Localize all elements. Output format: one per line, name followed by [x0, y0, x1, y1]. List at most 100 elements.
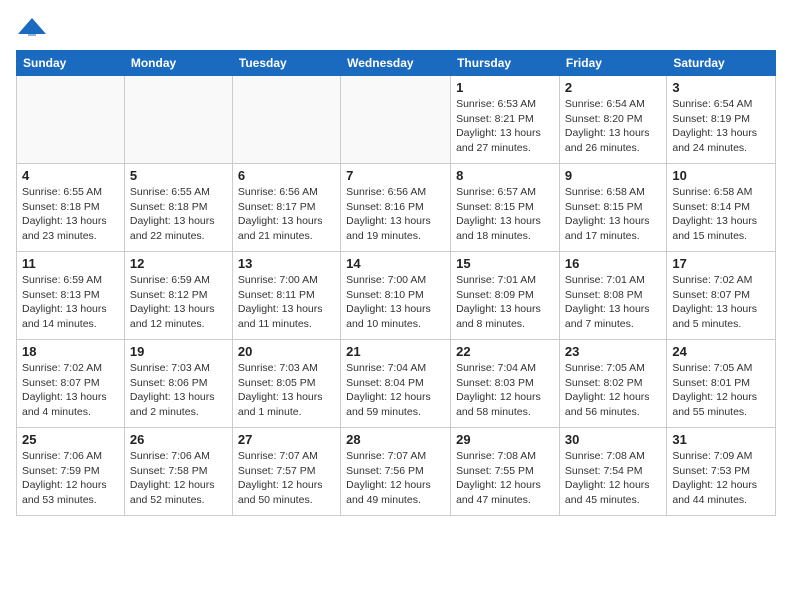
- calendar-cell: 1 Sunrise: 6:53 AM Sunset: 8:21 PM Daylig…: [451, 76, 560, 164]
- week-row-4: 18Sunrise: 7:02 AM Sunset: 8:07 PM Dayli…: [17, 340, 776, 428]
- calendar-cell: [232, 76, 340, 164]
- day-info: Sunrise: 6:59 AM Sunset: 8:13 PM Dayligh…: [22, 273, 119, 332]
- day-number: 6: [238, 168, 335, 183]
- day-info: Sunrise: 6:58 AM Sunset: 8:15 PM Dayligh…: [565, 185, 661, 244]
- day-number: 1: [456, 80, 554, 95]
- day-info: Sunrise: 6:56 AM Sunset: 8:17 PM Dayligh…: [238, 185, 335, 244]
- week-row-1: 1 Sunrise: 6:53 AM Sunset: 8:21 PM Daylig…: [17, 76, 776, 164]
- day-number: 10: [672, 168, 770, 183]
- day-info: Sunrise: 7:03 AM Sunset: 8:06 PM Dayligh…: [130, 361, 227, 420]
- calendar-cell: 27Sunrise: 7:07 AM Sunset: 7:57 PM Dayli…: [232, 428, 340, 516]
- day-number: 30: [565, 432, 661, 447]
- week-row-3: 11 Sunrise: 6:59 AM Sunset: 8:13 PM Dayli…: [17, 252, 776, 340]
- day-number: 23: [565, 344, 661, 359]
- calendar-cell: [341, 76, 451, 164]
- day-info: Sunrise: 7:00 AM Sunset: 8:11 PM Dayligh…: [238, 273, 335, 332]
- calendar-cell: 22 Sunrise: 7:04 AM Sunset: 8:03 PM Dayli…: [451, 340, 560, 428]
- day-number: 7: [346, 168, 445, 183]
- day-number: 24: [672, 344, 770, 359]
- calendar-cell: 12 Sunrise: 6:59 AM Sunset: 8:12 PM Dayli…: [124, 252, 232, 340]
- day-number: 21: [346, 344, 445, 359]
- day-header-tuesday: Tuesday: [232, 51, 340, 76]
- day-info: Sunrise: 6:54 AM Sunset: 8:20 PM Dayligh…: [565, 97, 661, 156]
- calendar-cell: 30 Sunrise: 7:08 AM Sunset: 7:54 PM Dayli…: [559, 428, 666, 516]
- calendar-cell: 21 Sunrise: 7:04 AM Sunset: 8:04 PM Dayli…: [341, 340, 451, 428]
- day-number: 14: [346, 256, 445, 271]
- day-info: Sunrise: 7:06 AM Sunset: 7:59 PM Dayligh…: [22, 449, 119, 508]
- day-info: Sunrise: 7:04 AM Sunset: 8:03 PM Dayligh…: [456, 361, 554, 420]
- day-number: 11: [22, 256, 119, 271]
- calendar-cell: 2 Sunrise: 6:54 AM Sunset: 8:20 PM Daylig…: [559, 76, 666, 164]
- calendar-cell: 31 Sunrise: 7:09 AM Sunset: 7:53 PM Dayli…: [667, 428, 776, 516]
- calendar-cell: [17, 76, 125, 164]
- day-number: 13: [238, 256, 335, 271]
- calendar-cell: 25 Sunrise: 7:06 AM Sunset: 7:59 PM Dayli…: [17, 428, 125, 516]
- day-number: 29: [456, 432, 554, 447]
- day-number: 17: [672, 256, 770, 271]
- day-info: Sunrise: 7:03 AM Sunset: 8:05 PM Dayligh…: [238, 361, 335, 420]
- calendar-cell: 17 Sunrise: 7:02 AM Sunset: 8:07 PM Dayli…: [667, 252, 776, 340]
- day-info: Sunrise: 6:59 AM Sunset: 8:12 PM Dayligh…: [130, 273, 227, 332]
- calendar-cell: 13 Sunrise: 7:00 AM Sunset: 8:11 PM Dayli…: [232, 252, 340, 340]
- day-number: 12: [130, 256, 227, 271]
- day-info: Sunrise: 6:56 AM Sunset: 8:16 PM Dayligh…: [346, 185, 445, 244]
- calendar-cell: 9 Sunrise: 6:58 AM Sunset: 8:15 PM Daylig…: [559, 164, 666, 252]
- calendar-cell: 29 Sunrise: 7:08 AM Sunset: 7:55 PM Dayli…: [451, 428, 560, 516]
- calendar-cell: 18Sunrise: 7:02 AM Sunset: 8:07 PM Dayli…: [17, 340, 125, 428]
- day-number: 8: [456, 168, 554, 183]
- day-info: Sunrise: 6:55 AM Sunset: 8:18 PM Dayligh…: [130, 185, 227, 244]
- day-header-monday: Monday: [124, 51, 232, 76]
- day-number: 16: [565, 256, 661, 271]
- day-number: 31: [672, 432, 770, 447]
- day-info: Sunrise: 6:53 AM Sunset: 8:21 PM Dayligh…: [456, 97, 554, 156]
- day-number: 22: [456, 344, 554, 359]
- calendar-cell: 14 Sunrise: 7:00 AM Sunset: 8:10 PM Dayli…: [341, 252, 451, 340]
- day-info: Sunrise: 7:05 AM Sunset: 8:01 PM Dayligh…: [672, 361, 770, 420]
- day-info: Sunrise: 7:01 AM Sunset: 8:09 PM Dayligh…: [456, 273, 554, 332]
- day-number: 9: [565, 168, 661, 183]
- day-info: Sunrise: 7:06 AM Sunset: 7:58 PM Dayligh…: [130, 449, 227, 508]
- calendar-header-row: SundayMondayTuesdayWednesdayThursdayFrid…: [17, 51, 776, 76]
- calendar-cell: 20 Sunrise: 7:03 AM Sunset: 8:05 PM Dayli…: [232, 340, 340, 428]
- day-info: Sunrise: 6:57 AM Sunset: 8:15 PM Dayligh…: [456, 185, 554, 244]
- day-number: 25: [22, 432, 119, 447]
- day-number: 20: [238, 344, 335, 359]
- day-header-thursday: Thursday: [451, 51, 560, 76]
- week-row-2: 4 Sunrise: 6:55 AM Sunset: 8:18 PM Daylig…: [17, 164, 776, 252]
- day-number: 3: [672, 80, 770, 95]
- calendar-cell: 24 Sunrise: 7:05 AM Sunset: 8:01 PM Dayli…: [667, 340, 776, 428]
- day-header-sunday: Sunday: [17, 51, 125, 76]
- calendar-cell: 6 Sunrise: 6:56 AM Sunset: 8:17 PM Daylig…: [232, 164, 340, 252]
- calendar-cell: 8 Sunrise: 6:57 AM Sunset: 8:15 PM Daylig…: [451, 164, 560, 252]
- day-info: Sunrise: 7:02 AM Sunset: 8:07 PM Dayligh…: [672, 273, 770, 332]
- calendar-cell: 26 Sunrise: 7:06 AM Sunset: 7:58 PM Dayli…: [124, 428, 232, 516]
- calendar-cell: [124, 76, 232, 164]
- calendar-cell: 10Sunrise: 6:58 AM Sunset: 8:14 PM Dayli…: [667, 164, 776, 252]
- calendar-cell: 19 Sunrise: 7:03 AM Sunset: 8:06 PM Dayli…: [124, 340, 232, 428]
- day-info: Sunrise: 7:00 AM Sunset: 8:10 PM Dayligh…: [346, 273, 445, 332]
- day-info: Sunrise: 7:09 AM Sunset: 7:53 PM Dayligh…: [672, 449, 770, 508]
- day-number: 19: [130, 344, 227, 359]
- calendar-cell: 7 Sunrise: 6:56 AM Sunset: 8:16 PM Daylig…: [341, 164, 451, 252]
- day-info: Sunrise: 7:08 AM Sunset: 7:55 PM Dayligh…: [456, 449, 554, 508]
- day-info: Sunrise: 7:04 AM Sunset: 8:04 PM Dayligh…: [346, 361, 445, 420]
- calendar-table: SundayMondayTuesdayWednesdayThursdayFrid…: [16, 50, 776, 516]
- page-header: [16, 16, 776, 38]
- day-number: 2: [565, 80, 661, 95]
- day-number: 4: [22, 168, 119, 183]
- day-number: 15: [456, 256, 554, 271]
- day-header-friday: Friday: [559, 51, 666, 76]
- calendar-cell: 23Sunrise: 7:05 AM Sunset: 8:02 PM Dayli…: [559, 340, 666, 428]
- day-number: 26: [130, 432, 227, 447]
- week-row-5: 25 Sunrise: 7:06 AM Sunset: 7:59 PM Dayli…: [17, 428, 776, 516]
- day-info: Sunrise: 7:07 AM Sunset: 7:56 PM Dayligh…: [346, 449, 445, 508]
- day-number: 5: [130, 168, 227, 183]
- day-number: 28: [346, 432, 445, 447]
- day-header-saturday: Saturday: [667, 51, 776, 76]
- calendar-cell: 5 Sunrise: 6:55 AM Sunset: 8:18 PM Daylig…: [124, 164, 232, 252]
- logo: [16, 16, 48, 38]
- calendar-cell: 4Sunrise: 6:55 AM Sunset: 8:18 PM Daylig…: [17, 164, 125, 252]
- day-info: Sunrise: 7:08 AM Sunset: 7:54 PM Dayligh…: [565, 449, 661, 508]
- calendar-cell: 28 Sunrise: 7:07 AM Sunset: 7:56 PM Dayli…: [341, 428, 451, 516]
- day-number: 27: [238, 432, 335, 447]
